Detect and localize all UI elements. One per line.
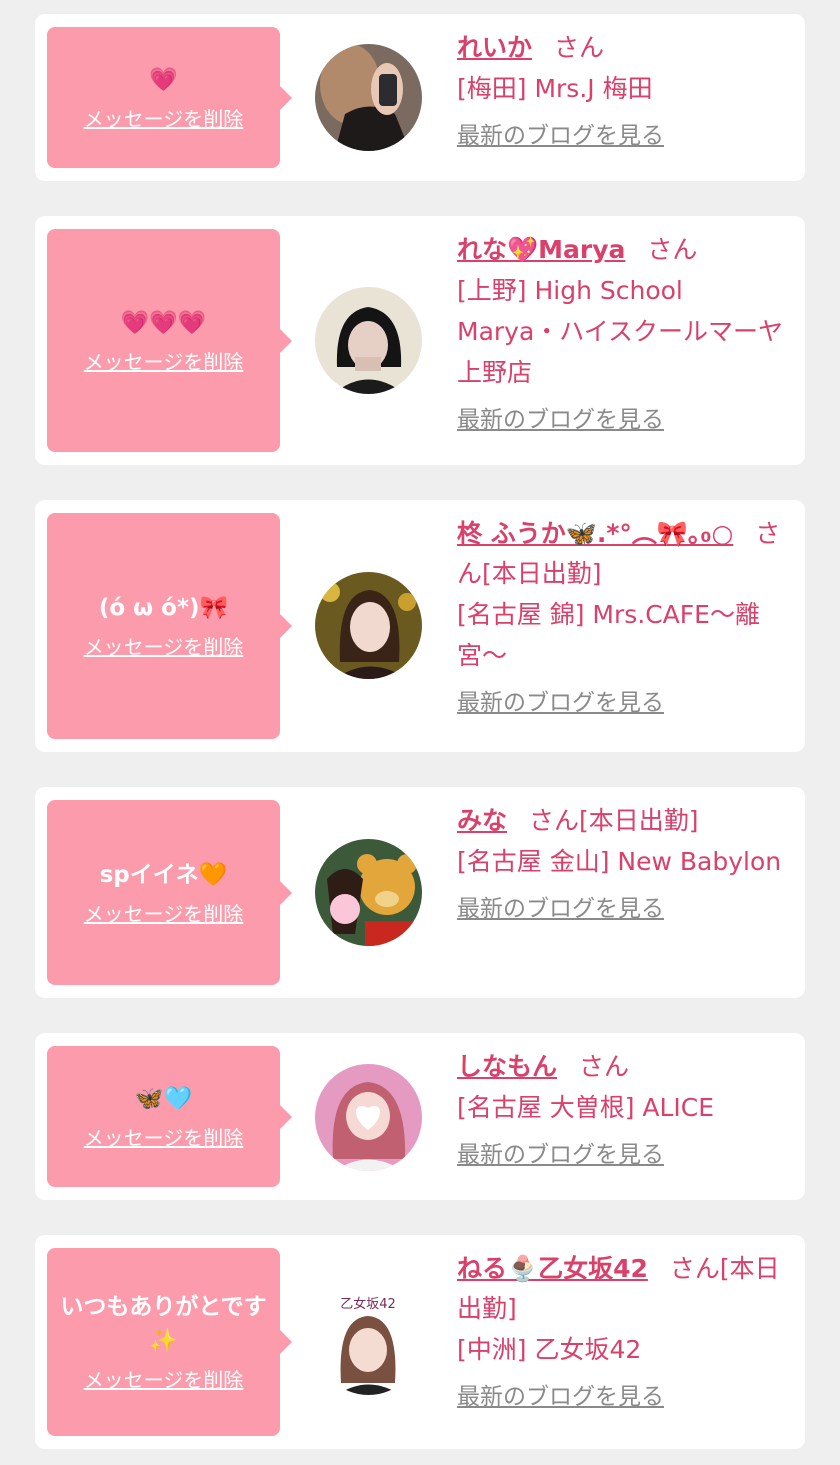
delete-message-link[interactable]: メッセージを削除 xyxy=(84,1124,244,1152)
message-card: 💗💗💗 メッセージを削除 れな💖Marya さん [上野] High School… xyxy=(35,216,805,465)
shop-name: [名古屋 錦] Mrs.CAFE〜離宮〜 xyxy=(457,600,760,670)
delete-message-link[interactable]: メッセージを削除 xyxy=(84,348,244,376)
avatar[interactable] xyxy=(315,839,422,946)
profile-info: しなもん さん [名古屋 大曽根] ALICE 最新のブログを見る xyxy=(457,1047,792,1172)
message-text: 💗💗💗 xyxy=(120,309,207,336)
name-suffix: さん xyxy=(554,33,605,62)
view-latest-blog-link[interactable]: 最新のブログを見る xyxy=(457,892,664,926)
message-bubble: (ό ω ό*)🎀 メッセージを削除 xyxy=(47,513,292,739)
profile-name-link[interactable]: みな xyxy=(457,806,507,835)
message-bubble: spイイネ🧡 メッセージを削除 xyxy=(47,800,292,985)
shop-name: [上野] High School Marya・ハイスクールマーヤ上野店 xyxy=(457,276,784,387)
avatar[interactable] xyxy=(315,572,422,679)
profile-name-link[interactable]: れな💖Marya xyxy=(457,235,625,264)
avatar[interactable] xyxy=(315,1064,422,1171)
profile-name-link[interactable]: 柊 ふうか🦋.*°︵🎀｡₀○ xyxy=(457,519,733,548)
shop-name: [梅田] Mrs.J 梅田 xyxy=(457,74,653,103)
profile-info: ねる🍨乙女坂42 さん[本日出勤] [中洲] 乙女坂42 最新のブログを見る xyxy=(457,1249,792,1414)
view-latest-blog-link[interactable]: 最新のブログを見る xyxy=(457,686,664,720)
profile-name-link[interactable]: しなもん xyxy=(457,1052,557,1081)
delete-message-link[interactable]: メッセージを削除 xyxy=(84,900,244,928)
view-latest-blog-link[interactable]: 最新のブログを見る xyxy=(457,119,664,153)
view-latest-blog-link[interactable]: 最新のブログを見る xyxy=(457,403,664,437)
logo-text: 乙女坂42 xyxy=(340,1296,396,1312)
profile-info: れな💖Marya さん [上野] High School Marya・ハイスクール… xyxy=(457,230,792,437)
message-card: いつもありがとです✨ メッセージを削除 乙女坂42 ねる🍨乙女坂42 さん[本日出… xyxy=(35,1235,805,1449)
shop-name: [名古屋 大曽根] ALICE xyxy=(457,1093,715,1122)
shop-name: [名古屋 金山] New Babylon xyxy=(457,847,782,876)
message-text: 💗 xyxy=(149,66,178,93)
message-card: (ό ω ό*)🎀 メッセージを削除 柊 ふうか🦋.*°︵🎀｡₀○ さん[本日出勤… xyxy=(35,500,805,752)
profile-info: れいか さん [梅田] Mrs.J 梅田 最新のブログを見る xyxy=(457,28,792,153)
message-text: 🦋🩵 xyxy=(134,1085,193,1112)
profile-info: みな さん[本日出勤] [名古屋 金山] New Babylon 最新のブログを見… xyxy=(457,801,792,926)
message-card: spイイネ🧡 メッセージを削除 みな さん[本日出勤] [名古屋 金山] New … xyxy=(35,787,805,998)
name-suffix: さん xyxy=(579,1052,630,1081)
message-text: (ό ω ό*)🎀 xyxy=(98,595,229,621)
view-latest-blog-link[interactable]: 最新のブログを見る xyxy=(457,1380,664,1414)
name-suffix: さん xyxy=(647,235,698,264)
delete-message-link[interactable]: メッセージを削除 xyxy=(84,105,244,133)
message-card: 💗 メッセージを削除 れいか さん [梅田] Mrs.J 梅田 最新のブログを見る xyxy=(35,14,805,181)
profile-info: 柊 ふうか🦋.*°︵🎀｡₀○ さん[本日出勤] [名古屋 錦] Mrs.CAFE〜… xyxy=(457,514,792,720)
view-latest-blog-link[interactable]: 最新のブログを見る xyxy=(457,1138,664,1172)
shop-name: [中洲] 乙女坂42 xyxy=(457,1335,642,1364)
message-text: いつもありがとです✨ xyxy=(60,1294,267,1354)
message-bubble: いつもありがとです✨ メッセージを削除 xyxy=(47,1248,292,1436)
message-text: spイイネ🧡 xyxy=(99,861,228,888)
message-bubble: 🦋🩵 メッセージを削除 xyxy=(47,1046,292,1187)
profile-name-link[interactable]: ねる🍨乙女坂42 xyxy=(457,1254,648,1283)
delete-message-link[interactable]: メッセージを削除 xyxy=(84,1366,244,1394)
message-bubble: 💗 メッセージを削除 xyxy=(47,27,292,168)
avatar[interactable] xyxy=(315,44,422,151)
message-list: 💗 メッセージを削除 れいか さん [梅田] Mrs.J 梅田 最新のブログを見る… xyxy=(0,0,840,1465)
avatar[interactable] xyxy=(315,287,422,394)
profile-name-link[interactable]: れいか xyxy=(457,33,532,62)
avatar[interactable]: 乙女坂42 xyxy=(315,1288,422,1395)
message-bubble: 💗💗💗 メッセージを削除 xyxy=(47,229,292,452)
delete-message-link[interactable]: メッセージを削除 xyxy=(84,633,244,661)
message-card: 🦋🩵 メッセージを削除 しなもん さん [名古屋 大曽根] ALICE 最新のブロ… xyxy=(35,1033,805,1200)
name-suffix: さん[本日出勤] xyxy=(529,806,699,835)
